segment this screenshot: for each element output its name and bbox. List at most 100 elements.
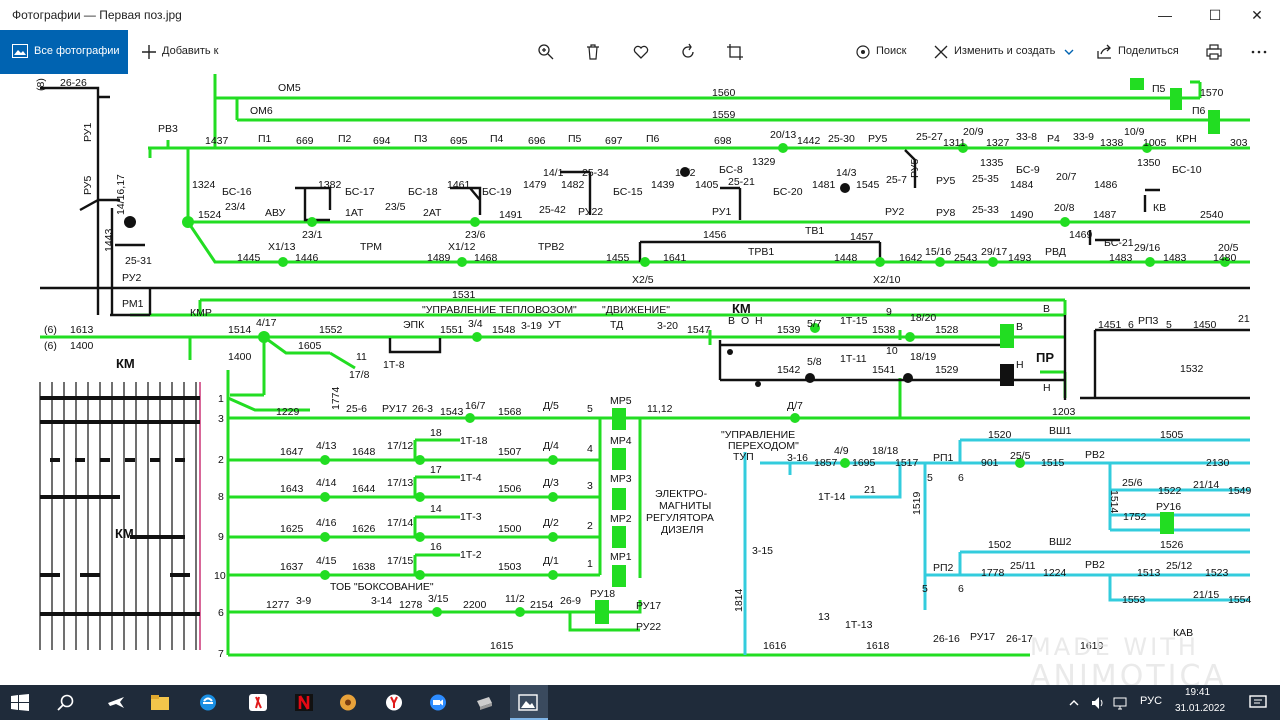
label-trv1: ТРВ1 [748,246,774,258]
crop-button[interactable] [724,30,746,74]
share-button[interactable]: Поделиться [1094,30,1184,74]
label-25-34: 25-34 [582,167,609,179]
label-1616: 1616 [763,640,787,652]
taskbar-app[interactable] [330,685,366,720]
label-upr-tepl: "УПРАВЛЕНИЕ ТЕПЛОВОЗОМ" [422,304,577,316]
title-bar: Фотографии — Первая поз.jpg — ☐ ✕ [0,0,1280,30]
taskbar-netflix[interactable] [286,685,322,720]
windows-start-icon [11,694,29,711]
label-ru5c: РУ5 [936,175,955,187]
taskbar-printer-app[interactable] [466,685,502,720]
label-1560: 1560 [712,87,736,99]
label-901: 901 [981,457,999,469]
label-tob: ТОБ "БОКСОВАНИЕ" [330,581,434,593]
taskbar-flight-app[interactable] [98,685,134,720]
taskbar-zoom[interactable] [420,685,456,720]
zoom-icon [430,694,446,711]
label-1446: 1446 [295,252,319,264]
label-1618: 1618 [866,640,890,652]
circuit-diagram: (8) 26-26 РУ1 РУ5 14/16,17 1443 25-31 РУ… [35,74,1252,660]
clock-time[interactable]: 19:41 [1185,687,1210,698]
close-button[interactable]: ✕ [1234,0,1280,30]
label-18-18: 18/18 [872,445,898,457]
label-epk: ЭПК [403,319,425,331]
label-5c: 5 [922,583,928,595]
maximize-button[interactable]: ☐ [1192,0,1238,30]
label-1543: 1543 [440,406,464,418]
label-16-7: 16/7 [465,400,486,412]
green-wires [40,74,1250,657]
label-rp1: РП1 [933,452,954,464]
label-26-9: 26-9 [560,595,581,607]
language-indicator[interactable]: РУС [1140,695,1162,707]
label-16: 16 [430,541,442,553]
label-1t-13: 1Т-13 [845,619,873,631]
label-1554: 1554 [1228,594,1252,606]
label-trv2: ТРВ2 [538,241,564,253]
label-d3: Д/3 [543,477,559,489]
all-photos-button[interactable]: Все фотографии [0,30,128,74]
label-23-5: 23/5 [385,201,406,213]
favorite-icon [633,45,649,59]
label-303: 303 [1230,137,1248,149]
delete-button[interactable] [582,30,604,74]
label-ru1: РУ1 [82,123,94,142]
favorite-button[interactable] [630,30,652,74]
rotate-button[interactable] [677,30,699,74]
taskbar-photos[interactable] [510,685,548,720]
add-to-button[interactable]: Добавить к [138,30,228,74]
label-s3: 3 [587,480,593,492]
label-1483b: 1483 [1163,252,1187,264]
label-avu: АВУ [265,207,286,219]
label-5b: 5 [927,472,933,484]
taskbar-search-button[interactable] [48,685,84,720]
image-viewer[interactable]: (8) 26-26 РУ1 РУ5 14/16,17 1443 25-31 РУ… [0,74,1280,685]
taskbar-yandex-browser[interactable] [376,685,412,720]
label-d4: Д/4 [543,440,559,452]
print-button[interactable] [1203,30,1225,74]
label-1857: 1857 [814,457,838,469]
taskbar-file-explorer[interactable] [142,685,178,720]
zoom-button[interactable] [535,30,557,74]
clock-date[interactable]: 31.01.2022 [1175,703,1225,714]
label-14-16-17: 14/16,17 [115,174,127,215]
label-1437: 1437 [205,135,229,147]
label-11-12: 11,12 [647,403,673,415]
label-1515: 1515 [1041,457,1065,469]
search-button[interactable]: Поиск [852,30,914,74]
edit-create-button[interactable]: Изменить и создать [930,30,1080,74]
label-2130: 2130 [1206,457,1230,469]
label-p4: П4 [490,133,504,145]
label-1514b: 1514 [1108,490,1120,514]
start-button[interactable] [2,685,38,720]
taskbar-yandex[interactable] [240,685,276,720]
zoom-icon [538,44,554,60]
label-x2-5: Х2/5 [632,274,654,286]
delete-icon [587,44,599,60]
label-mr5: МР5 [610,395,632,407]
notifications-button[interactable] [1240,685,1276,720]
label-1324: 1324 [192,179,216,191]
more-button[interactable] [1248,30,1270,74]
label-p2: П2 [338,133,352,145]
relay-pr-n-coil [1000,364,1014,386]
label-1443: 1443 [103,228,115,252]
taskbar-edge[interactable] [190,685,226,720]
label-1524: 1524 [198,209,222,221]
chevron-up-icon [1069,700,1079,706]
label-33-8: 33-8 [1016,131,1037,143]
minimize-button[interactable]: — [1142,0,1188,30]
system-tray[interactable] [1062,685,1132,720]
print-icon [1206,44,1222,60]
label-bs9: БС-9 [1016,164,1040,176]
label-n8: (8) [35,78,47,91]
label-21-14: 21/14 [1193,479,1219,491]
label-bs18: БС-18 [408,186,438,198]
label-25-35: 25-35 [972,173,999,185]
label-km-left: КМ [116,356,135,371]
label-1486: 1486 [1094,179,1118,191]
label-ru1b: РУ1 [712,206,731,218]
label-1327: 1327 [986,137,1010,149]
toolbar: Все фотографии Добавить к Поиск Изменить… [0,30,1280,74]
label-25-31: 25-31 [125,255,152,267]
